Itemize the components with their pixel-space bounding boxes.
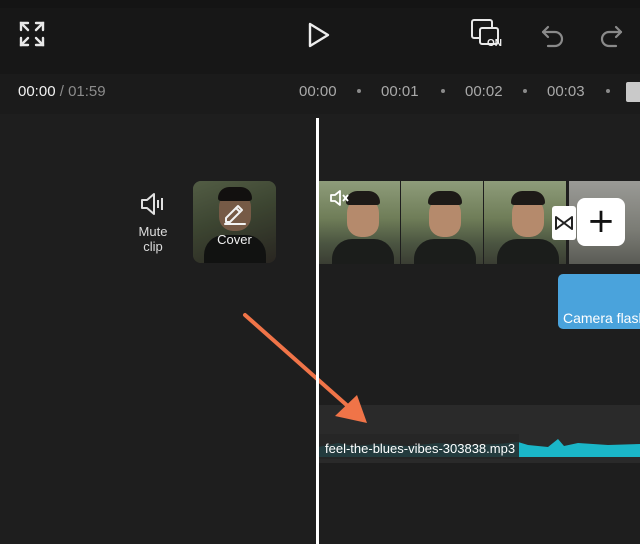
redo-icon[interactable] [598, 22, 624, 48]
mute-clip-button[interactable]: Mute clip [128, 224, 178, 254]
ruler-dot [441, 89, 445, 93]
annotation-arrow-icon [240, 310, 375, 435]
time-separator: / [59, 83, 64, 100]
ruler-label: 00:00 [299, 83, 337, 100]
ruler-dot [606, 89, 610, 93]
play-icon[interactable] [306, 21, 332, 49]
ruler-label: 00:03 [547, 83, 585, 100]
playhead[interactable] [316, 118, 319, 544]
timecode-display: 00:00 / 01:59 [18, 83, 106, 100]
muted-speaker-icon [329, 189, 349, 207]
effect-clip-label: Camera flash [563, 310, 640, 326]
ruler-label: 00:02 [465, 83, 503, 100]
audio-clip-label: feel-the-blues-vibes-303838.mp3 [325, 441, 516, 456]
add-clip-button[interactable]: + [577, 198, 625, 246]
speaker-icon[interactable] [139, 191, 167, 217]
preview-toggle-badge: ON [487, 38, 502, 49]
status-strip [0, 0, 640, 8]
undo-icon[interactable] [540, 22, 566, 48]
ruler-dot [357, 89, 361, 93]
cover-label: Cover [217, 232, 252, 247]
expand-icon[interactable] [19, 21, 45, 47]
pencil-icon [222, 199, 248, 225]
video-frame[interactable] [401, 181, 483, 264]
mute-label-line1: Mute [138, 224, 168, 239]
add-clip-label: + [586, 201, 616, 241]
total-duration: 01:59 [68, 83, 106, 100]
ruler-dot [523, 89, 527, 93]
current-time: 00:00 [18, 83, 56, 100]
ruler-label: 00:01 [381, 83, 419, 100]
mute-label-line2: clip [143, 239, 163, 254]
transition-button[interactable] [552, 206, 576, 240]
ruler-edge-marker [626, 82, 640, 102]
